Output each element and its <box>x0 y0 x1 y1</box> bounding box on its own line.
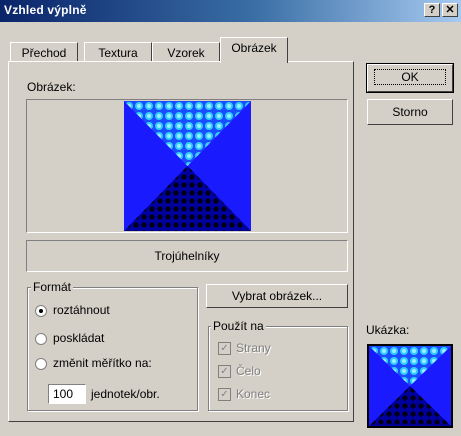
tab-obrazek[interactable]: Obrázek <box>220 37 288 63</box>
preview-label: Ukázka: <box>366 323 410 337</box>
window-title: Vzhled výplně <box>4 3 87 17</box>
radio-stretch[interactable] <box>35 305 47 317</box>
close-icon: ✕ <box>445 4 455 16</box>
checkbox-sides[interactable]: ✓ <box>218 342 231 355</box>
cancel-label: Storno <box>392 105 428 119</box>
title-bar: Vzhled výplně ? ✕ <box>0 0 461 22</box>
select-picture-label: Vybrat obrázek... <box>231 289 323 303</box>
checkbox-end-label: Konec <box>236 387 271 401</box>
preview-box <box>367 344 453 428</box>
triangles-image <box>124 101 251 231</box>
picture-preview <box>26 99 348 233</box>
checkbox-end[interactable]: ✓ <box>218 388 231 401</box>
ok-button[interactable]: OK <box>366 63 454 93</box>
checkbox-sides-label: Strany <box>236 341 271 355</box>
picture-label: Obrázek: <box>27 80 76 94</box>
radio-selected-dot <box>39 309 43 313</box>
format-group-label: Formát <box>31 280 74 294</box>
tab-label: Přechod <box>21 46 67 60</box>
checkmark-icon: ✓ <box>220 389 229 400</box>
checkmark-icon: ✓ <box>220 366 229 377</box>
scale-value: 100 <box>53 387 74 401</box>
scale-input[interactable]: 100 <box>48 384 86 404</box>
picture-name: Trojúhelníky <box>154 249 220 263</box>
checkbox-front-label: Čelo <box>236 364 261 378</box>
preview-image <box>369 346 451 426</box>
ok-label: OK <box>374 69 446 85</box>
radio-scale[interactable] <box>35 358 47 370</box>
close-button[interactable]: ✕ <box>442 3 458 17</box>
tab-label: Vzorek <box>167 46 205 60</box>
picture-name-box: Trojúhelníky <box>26 240 348 272</box>
radio-tile-label: poskládat <box>53 331 105 345</box>
tab-label: Obrázek <box>231 41 277 55</box>
tab-label: Textura <box>98 46 138 60</box>
help-button[interactable]: ? <box>424 3 440 17</box>
apply-to-group-label: Použít na <box>211 319 266 333</box>
cancel-button[interactable]: Storno <box>367 99 453 125</box>
checkmark-icon: ✓ <box>220 343 229 354</box>
select-picture-button[interactable]: Vybrat obrázek... <box>206 284 348 308</box>
radio-stretch-label: roztáhnout <box>53 303 110 317</box>
checkbox-front[interactable]: ✓ <box>218 365 231 378</box>
radio-tile[interactable] <box>35 333 47 345</box>
scale-unit-label: jednotek/obr. <box>91 387 160 401</box>
question-mark-icon: ? <box>428 4 436 16</box>
radio-scale-label: změnit měřítko na: <box>53 356 152 370</box>
